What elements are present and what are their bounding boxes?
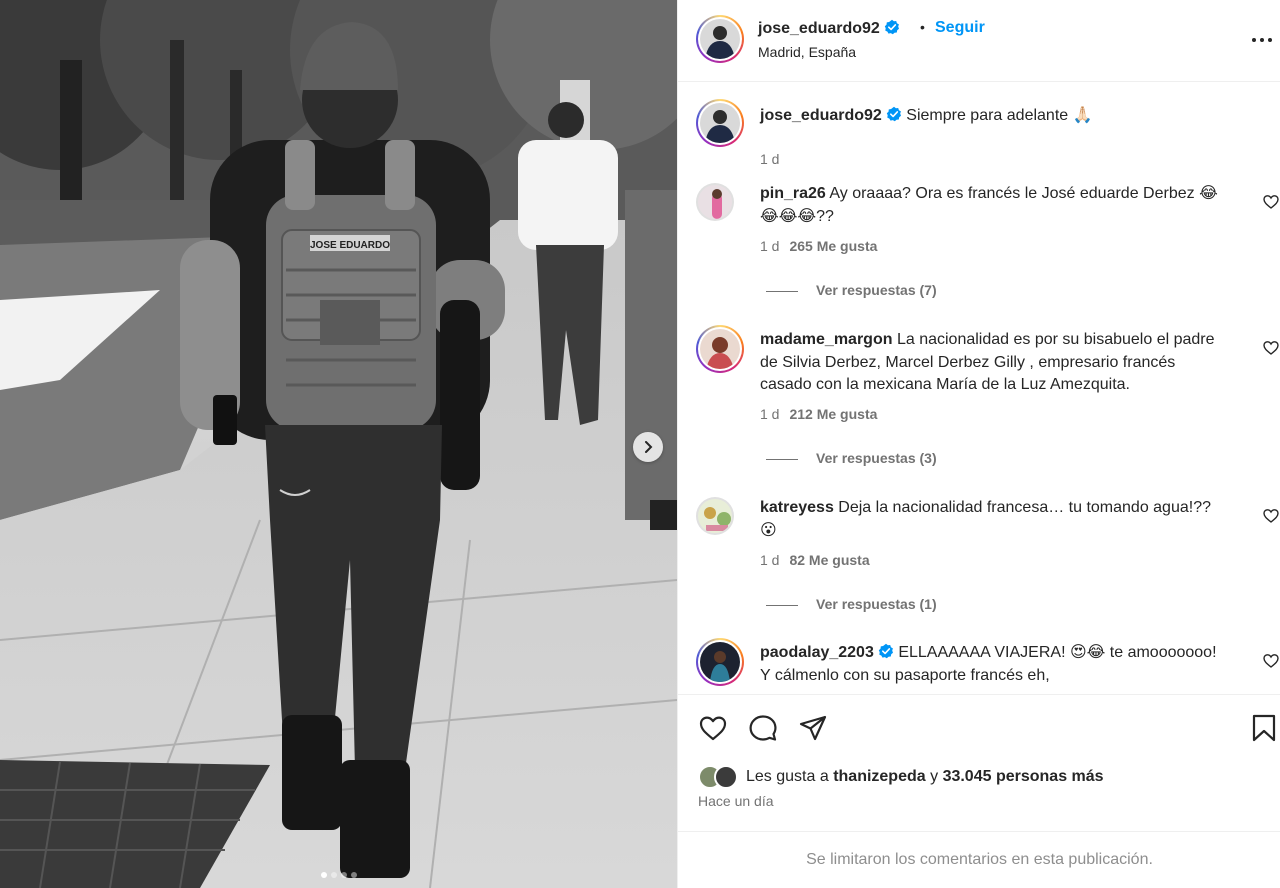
heart-icon[interactable] xyxy=(1263,653,1279,669)
share-icon[interactable] xyxy=(798,713,828,743)
author-avatar[interactable] xyxy=(696,15,744,63)
comment-avatar[interactable] xyxy=(696,325,744,373)
comment-meta: 1 d 265 Me gusta xyxy=(760,238,877,254)
author-username[interactable]: jose_eduardo92 xyxy=(758,20,880,37)
post-header: jose_eduardo92 • Seguir Madrid, España xyxy=(678,0,1280,82)
post-location[interactable]: Madrid, España xyxy=(758,44,856,60)
liker-avatars xyxy=(698,765,742,789)
comment-username[interactable]: katreyess xyxy=(760,499,834,516)
carousel-dot xyxy=(350,872,357,878)
header-separator: • xyxy=(920,19,925,35)
comment-text: pin_ra26 Ay oraaaa? Ora es francés le Jo… xyxy=(760,183,1230,228)
comment-likes[interactable]: 212 Me gusta xyxy=(789,406,877,422)
comment-item: paodalay_2203 ELLAAAAAA VIAJERA! 😍😂 te a… xyxy=(696,638,1279,694)
likes-conjunction: y xyxy=(930,768,939,785)
caption-username[interactable]: jose_eduardo92 xyxy=(760,107,882,124)
comment-text: katreyess Deja la nacionalidad francesa…… xyxy=(760,497,1230,542)
comment-item: katreyess Deja la nacionalidad francesa…… xyxy=(696,497,1279,617)
photo-scene: JOSE EDUARDO xyxy=(0,0,677,888)
carousel-next-button[interactable] xyxy=(633,432,663,462)
author-username-row[interactable]: jose_eduardo92 xyxy=(758,19,900,38)
caption-body: Siempre para adelante 🙏🏻 xyxy=(906,107,1093,124)
heart-icon[interactable] xyxy=(1263,508,1279,524)
heart-icon[interactable] xyxy=(698,713,728,743)
caption-row: jose_eduardo92 Siempre para adelante 🙏🏻 … xyxy=(696,99,1276,167)
comments-limited-notice: Se limitaron los comentarios en esta pub… xyxy=(678,831,1280,888)
chevron-right-icon xyxy=(645,441,653,453)
caption-text: jose_eduardo92 Siempre para adelante 🙏🏻 xyxy=(760,105,1230,128)
bookmark-icon[interactable] xyxy=(1249,713,1279,743)
verified-icon xyxy=(884,19,899,35)
comment-meta: 1 d 212 Me gusta xyxy=(760,406,877,422)
post-timestamp[interactable]: Hace un día xyxy=(698,793,774,809)
comment-text: madame_margon La nacionalidad es por su … xyxy=(760,329,1230,397)
comment-username[interactable]: pin_ra26 xyxy=(760,185,826,202)
comment-body: Ay oraaaa? Ora es francés le José eduard… xyxy=(760,185,1218,225)
comment-avatar[interactable] xyxy=(696,183,734,221)
comment-age: 1 d xyxy=(760,238,780,254)
view-replies-link[interactable]: Ver respuestas (3) xyxy=(766,450,937,466)
liker-avatar xyxy=(714,765,738,789)
verified-icon xyxy=(886,106,901,122)
comment-text: paodalay_2203 ELLAAAAAA VIAJERA! 😍😂 te a… xyxy=(760,642,1230,687)
view-replies-link[interactable]: Ver respuestas (7) xyxy=(766,282,937,298)
comment-username[interactable]: madame_margon xyxy=(760,331,893,348)
backpack-label: JOSE EDUARDO xyxy=(310,240,390,251)
more-icon[interactable] xyxy=(1251,30,1273,50)
comment-item: pin_ra26 Ay oraaaa? Ora es francés le Jo… xyxy=(696,183,1279,303)
comment-icon[interactable] xyxy=(748,713,778,743)
likes-summary[interactable]: Les gusta a thanizepeda y 33.045 persona… xyxy=(698,765,1104,789)
heart-icon[interactable] xyxy=(1263,194,1279,210)
heart-icon[interactable] xyxy=(1263,340,1279,356)
comment-username[interactable]: paodalay_2203 xyxy=(760,644,874,661)
comment-meta: 1 d 82 Me gusta xyxy=(760,552,870,568)
likes-prefix: Les gusta a xyxy=(746,768,829,785)
comment-avatar[interactable] xyxy=(696,638,744,686)
likes-others[interactable]: 33.045 personas más xyxy=(943,768,1104,786)
carousel-dot xyxy=(340,872,347,878)
caption-age: 1 d xyxy=(760,151,780,167)
post-side-panel: jose_eduardo92 • Seguir Madrid, España j… xyxy=(677,0,1280,888)
carousel-dot xyxy=(330,872,337,878)
follow-button[interactable]: Seguir xyxy=(935,19,985,37)
view-replies-link[interactable]: Ver respuestas (1) xyxy=(766,596,937,612)
author-avatar-image xyxy=(700,19,740,59)
comment-likes[interactable]: 265 Me gusta xyxy=(789,238,877,254)
post-photo: JOSE EDUARDO xyxy=(0,0,677,888)
comments-list[interactable]: jose_eduardo92 Siempre para adelante 🙏🏻 … xyxy=(678,83,1280,694)
verified-icon xyxy=(878,643,893,659)
carousel-dot xyxy=(320,872,327,878)
likes-user[interactable]: thanizepeda xyxy=(833,768,925,786)
caption-avatar[interactable] xyxy=(696,99,744,147)
comment-avatar[interactable] xyxy=(696,497,734,535)
comment-likes[interactable]: 82 Me gusta xyxy=(789,552,869,568)
comment-item: madame_margon La nacionalidad es por su … xyxy=(696,325,1279,475)
comment-age: 1 d xyxy=(760,406,780,422)
comment-age: 1 d xyxy=(760,552,780,568)
post-actions: Les gusta a thanizepeda y 33.045 persona… xyxy=(678,694,1280,831)
carousel-indicator xyxy=(0,872,677,878)
